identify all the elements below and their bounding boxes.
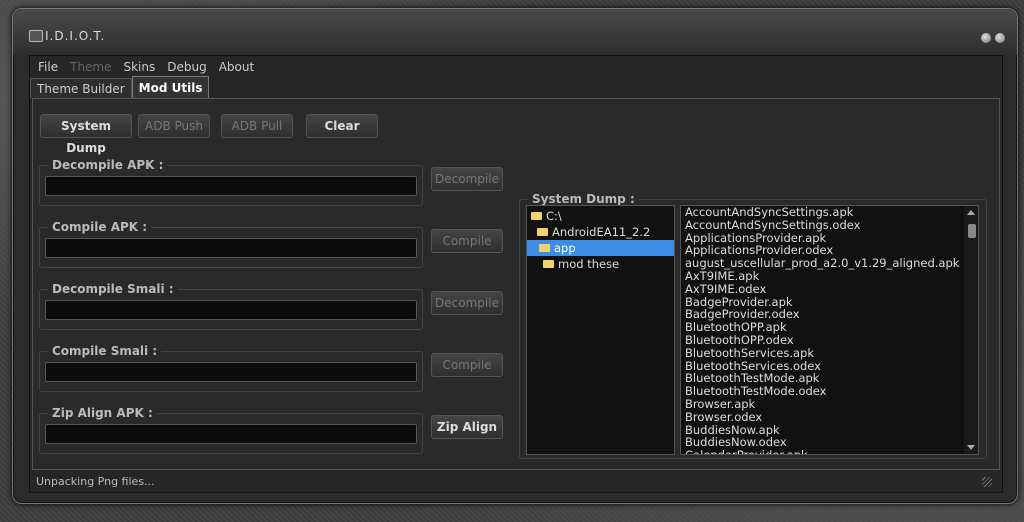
- tab-mod-utils[interactable]: Mod Utils: [131, 76, 210, 98]
- menu-skins[interactable]: Skins: [117, 58, 161, 76]
- status-bar: Unpacking Png files...: [32, 474, 998, 490]
- tab-strip: Theme Builder Mod Utils: [30, 76, 210, 98]
- folder-open-icon: [539, 243, 550, 252]
- file-list-item[interactable]: BluetoothServices.apk: [681, 346, 978, 360]
- resize-grip-icon[interactable]: [982, 477, 992, 487]
- decompile-smali-group: Decompile Smali :: [39, 282, 423, 330]
- decompile-apk-group: Decompile APK :: [39, 158, 423, 206]
- app-window: I.D.I.O.T. File Theme Skins Debug About …: [12, 8, 1018, 504]
- menu-theme: Theme: [70, 60, 112, 74]
- compile-smali-group: Compile Smali :: [39, 344, 423, 392]
- file-list[interactable]: AccountAndSyncSettings.apk AccountAndSync…: [680, 205, 979, 455]
- decompile-smali-input[interactable]: [45, 300, 417, 320]
- file-list-item[interactable]: BluetoothOPP.odex: [681, 334, 978, 347]
- compile-apk-label: Compile APK :: [48, 220, 152, 234]
- folder-icon: [543, 259, 554, 268]
- file-list-scrollbar[interactable]: [964, 206, 978, 454]
- decompile-smali-label: Decompile Smali :: [48, 282, 178, 296]
- system-dump-label: System Dump :: [528, 192, 639, 206]
- tree-item-androidea11[interactable]: AndroidEA11_2.2: [537, 224, 650, 240]
- folder-open-icon: [531, 211, 542, 220]
- menu-about[interactable]: About: [213, 58, 260, 76]
- zip-align-button[interactable]: Zip Align: [431, 415, 503, 439]
- decompile-smali-button: Decompile: [431, 291, 503, 315]
- tree-item-label: C:\: [546, 209, 562, 223]
- window-title: I.D.I.O.T.: [45, 29, 106, 43]
- tree-item-label: mod these: [558, 257, 620, 271]
- menu-file[interactable]: File: [32, 58, 64, 76]
- scroll-thumb[interactable]: [968, 224, 976, 238]
- folder-tree[interactable]: C:\ AndroidEA11_2.2 app mod these: [526, 205, 675, 455]
- tree-item-mod-these[interactable]: mod these: [543, 256, 619, 272]
- compile-apk-input[interactable]: [45, 238, 417, 258]
- file-list-item[interactable]: AccountAndSyncSettings.odex: [681, 218, 978, 232]
- tree-item-label: AndroidEA11_2.2: [552, 225, 651, 239]
- file-list-item[interactable]: Browser.odex: [681, 410, 978, 424]
- adb-push-button: ADB Push: [138, 114, 210, 138]
- mod-utils-panel: System Dump ADB Push ADB Pull Clear Deco…: [32, 98, 1000, 470]
- file-list-item[interactable]: AxT9IME.apk: [681, 270, 978, 283]
- decompile-apk-button: Decompile: [431, 167, 503, 191]
- file-list-item[interactable]: Browser.apk: [681, 398, 978, 411]
- compile-smali-button: Compile: [431, 353, 503, 377]
- compile-smali-input[interactable]: [45, 362, 417, 382]
- decompile-apk-input[interactable]: [45, 176, 417, 196]
- compile-smali-label: Compile Smali :: [48, 344, 162, 358]
- folder-open-icon: [537, 227, 548, 236]
- adb-pull-button: ADB Pull: [221, 114, 293, 138]
- tree-item-label: app: [554, 241, 576, 255]
- minimize-icon[interactable]: [981, 33, 991, 43]
- tree-item-app[interactable]: app: [527, 240, 674, 256]
- zip-align-group: Zip Align APK :: [39, 406, 423, 454]
- decompile-apk-label: Decompile APK :: [48, 158, 168, 172]
- status-text: Unpacking Png files...: [36, 475, 155, 488]
- scroll-up-icon[interactable]: [967, 210, 975, 215]
- zip-align-input[interactable]: [45, 424, 417, 444]
- file-list-item[interactable]: AccountAndSyncSettings.apk: [681, 206, 978, 219]
- file-list-item[interactable]: AxT9IME.odex: [681, 282, 978, 296]
- close-icon[interactable]: [995, 33, 1005, 43]
- title-bar[interactable]: I.D.I.O.T.: [13, 9, 1017, 55]
- clear-button[interactable]: Clear: [306, 114, 378, 138]
- menu-bar: File Theme Skins Debug About: [32, 58, 260, 76]
- scroll-down-icon[interactable]: [967, 445, 975, 450]
- file-list-item[interactable]: CalendarProvider.apk: [681, 449, 978, 454]
- menu-debug[interactable]: Debug: [161, 58, 212, 76]
- app-icon: [29, 30, 43, 42]
- compile-apk-button: Compile: [431, 229, 503, 253]
- client-area: File Theme Skins Debug About Theme Build…: [29, 55, 1003, 493]
- system-dump-button[interactable]: System Dump: [40, 114, 132, 155]
- tab-theme-builder[interactable]: Theme Builder: [30, 78, 132, 98]
- tree-item-c-drive[interactable]: C:\: [531, 208, 562, 224]
- zip-align-label: Zip Align APK :: [48, 406, 157, 420]
- compile-apk-group: Compile APK :: [39, 220, 423, 268]
